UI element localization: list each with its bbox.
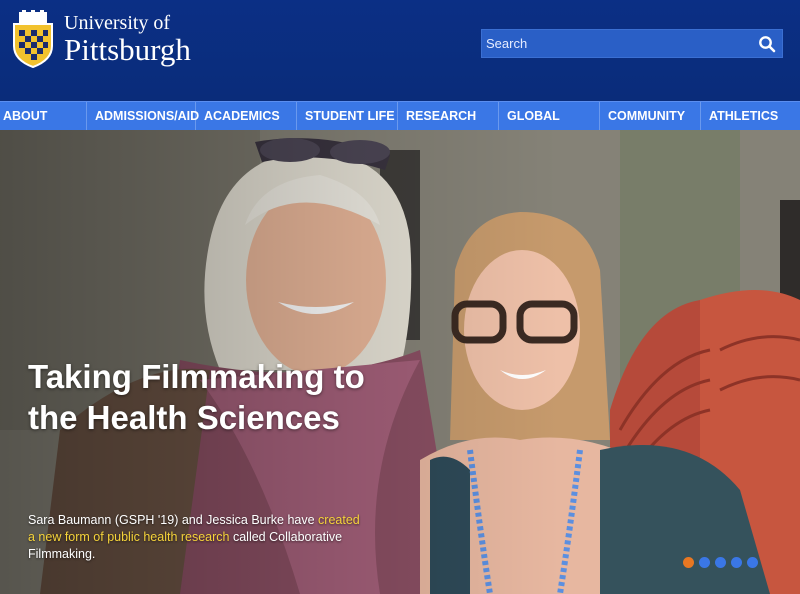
hero-headline[interactable]: Taking Filmmaking to the Health Sciences (28, 356, 368, 438)
search-box (481, 29, 783, 58)
nav-student-life[interactable]: STUDENT LIFE (297, 102, 398, 130)
wordmark: University of Pittsburgh (64, 13, 191, 65)
nav-community[interactable]: COMMUNITY (600, 102, 701, 130)
slide-dot-4[interactable] (731, 557, 742, 568)
site-header: University of Pittsburgh (0, 0, 800, 101)
caption-text-start: Sara Baumann (GSPH '19) and Jessica Burk… (28, 513, 319, 527)
nav-academics[interactable]: ACADEMICS (196, 102, 297, 130)
crest-icon (13, 10, 53, 68)
slide-dot-3[interactable] (715, 557, 726, 568)
nav-athletics[interactable]: ATHLETICS (701, 102, 800, 130)
hero-banner[interactable]: Taking Filmmaking to the Health Sciences… (0, 130, 800, 594)
main-nav: ABOUT ADMISSIONS/AID ACADEMICS STUDENT L… (0, 101, 800, 130)
search-icon[interactable] (758, 35, 776, 53)
nav-admissions-aid[interactable]: ADMISSIONS/AID (87, 102, 199, 130)
nav-global[interactable]: GLOBAL (499, 102, 600, 130)
slide-indicators (683, 557, 758, 568)
slide-dot-5[interactable] (747, 557, 758, 568)
slide-dot-2[interactable] (699, 557, 710, 568)
nav-research[interactable]: RESEARCH (398, 102, 499, 130)
logo-line1: University of (64, 12, 171, 34)
hero-caption: Sara Baumann (GSPH '19) and Jessica Burk… (28, 512, 368, 563)
slide-dot-1[interactable] (683, 557, 694, 568)
search-input[interactable] (482, 30, 752, 57)
nav-about[interactable]: ABOUT (0, 102, 87, 130)
logo-line2: Pittsburgh (64, 32, 191, 67)
university-logo[interactable]: University of Pittsburgh (10, 10, 191, 68)
